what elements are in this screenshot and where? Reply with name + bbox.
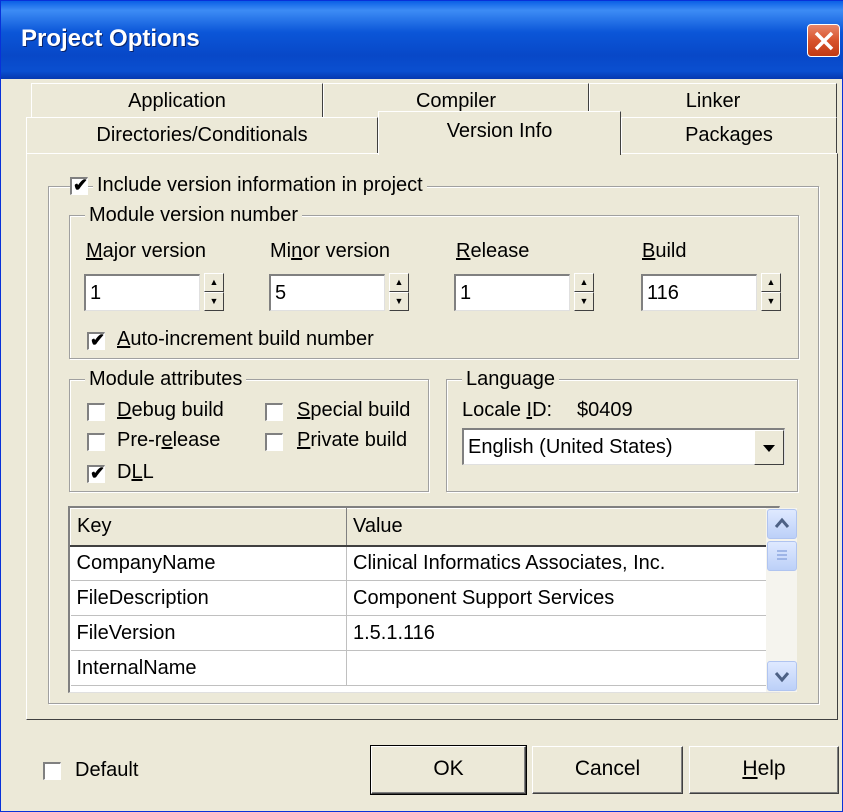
auto-increment-label: Auto-increment build number [117, 328, 374, 350]
build-label: Build [642, 240, 687, 262]
column-header-key[interactable]: Key [70, 508, 347, 547]
chevron-up-icon [774, 517, 790, 528]
default-checkbox[interactable] [43, 762, 61, 780]
chevron-down-icon [774, 672, 790, 683]
tab-application[interactable]: Application [31, 83, 323, 119]
auto-increment-checkbox[interactable]: ✔ [87, 330, 106, 350]
special-build-checkbox[interactable] [265, 403, 283, 421]
title-bar: Project Options [1, 1, 843, 79]
release-input[interactable]: 1 [454, 274, 570, 311]
language-select[interactable]: English (United States) [462, 428, 785, 465]
ok-button[interactable]: OK [370, 745, 527, 795]
table-cell-key[interactable]: FileVersion [70, 615, 347, 651]
scroll-down-button[interactable] [767, 661, 797, 691]
project-options-dialog: Project Options Application Compiler Lin… [0, 0, 843, 812]
table-row[interactable]: CompanyName Clinical Informatics Associa… [70, 545, 767, 581]
checkmark-icon: ✔ [90, 330, 106, 350]
spin-up-icon[interactable]: ▲ [389, 273, 409, 292]
spin-down-icon[interactable]: ▼ [204, 292, 224, 311]
table-row[interactable]: FileVersion 1.5.1.116 [70, 615, 767, 651]
spin-down-icon[interactable]: ▼ [761, 292, 781, 311]
major-version-label: Major version [86, 240, 207, 262]
minor-version-spinner[interactable]: ▲ ▼ [389, 273, 409, 311]
language-select-value: English (United States) [468, 436, 673, 458]
spin-down-icon[interactable]: ▼ [389, 292, 409, 311]
help-button[interactable]: Help [689, 746, 839, 794]
window-title: Project Options [21, 25, 200, 52]
spin-up-icon[interactable]: ▲ [574, 273, 594, 292]
column-header-value[interactable]: Value [346, 508, 767, 547]
release-label: Release [456, 240, 530, 262]
scroll-up-button[interactable] [767, 509, 797, 539]
chevron-down-icon[interactable] [754, 430, 784, 465]
tab-linker[interactable]: Linker [589, 83, 837, 119]
table-cell-key[interactable]: FileDescription [70, 580, 347, 616]
dll-label: DLL [117, 461, 154, 483]
tab-packages[interactable]: Packages [621, 117, 837, 154]
table-row[interactable]: FileDescription Component Support Servic… [70, 580, 767, 616]
version-keys-grid[interactable]: Key Value CompanyName Clinical Informati… [68, 506, 780, 693]
checkmark-icon: ✔ [73, 175, 89, 195]
include-version-label: Include version information in project [93, 174, 427, 197]
pre-release-label: Pre-release [117, 429, 221, 451]
table-cell-value[interactable] [346, 650, 767, 686]
minor-version-label: Minor version [270, 240, 391, 262]
scroll-thumb[interactable] [767, 541, 797, 571]
dll-checkbox[interactable]: ✔ [87, 463, 106, 483]
table-cell-value[interactable]: Clinical Informatics Associates, Inc. [346, 545, 767, 581]
spin-down-icon[interactable]: ▼ [574, 292, 594, 311]
minor-version-input[interactable]: 5 [269, 274, 385, 311]
build-spinner[interactable]: ▲ ▼ [761, 273, 781, 311]
locale-id-label: Locale ID: [462, 399, 553, 421]
tab-directories-conditionals[interactable]: Directories/Conditionals [26, 117, 378, 154]
close-icon [814, 31, 834, 51]
release-spinner[interactable]: ▲ ▼ [574, 273, 594, 311]
major-version-spinner[interactable]: ▲ ▼ [204, 273, 224, 311]
locale-id-value: $0409 [577, 399, 633, 421]
module-attributes-legend: Module attributes [85, 368, 247, 391]
checkmark-icon: ✔ [90, 463, 106, 483]
table-cell-value[interactable]: 1.5.1.116 [346, 615, 767, 651]
language-legend: Language [462, 368, 559, 391]
special-build-label: Special build [297, 399, 411, 421]
build-input[interactable]: 116 [641, 274, 757, 311]
include-version-checkbox[interactable]: ✔ [70, 175, 89, 195]
major-version-input[interactable]: 1 [84, 274, 200, 311]
close-button[interactable] [807, 24, 840, 57]
default-label: Default [75, 759, 139, 781]
debug-build-label: Debug build [117, 399, 224, 421]
spin-up-icon[interactable]: ▲ [204, 273, 224, 292]
private-build-checkbox[interactable] [265, 433, 283, 451]
table-row[interactable]: InternalName [70, 650, 767, 686]
module-version-legend: Module version number [85, 204, 302, 227]
spin-up-icon[interactable]: ▲ [761, 273, 781, 292]
tab-version-info[interactable]: Version Info [378, 111, 621, 155]
cancel-button[interactable]: Cancel [532, 746, 683, 794]
private-build-label: Private build [297, 429, 408, 451]
table-cell-value[interactable]: Component Support Services [346, 580, 767, 616]
pre-release-checkbox[interactable] [87, 433, 105, 451]
table-cell-key[interactable]: InternalName [70, 650, 347, 686]
debug-build-checkbox[interactable] [87, 403, 105, 421]
table-cell-key[interactable]: CompanyName [70, 545, 347, 581]
grip-icon [777, 550, 787, 560]
